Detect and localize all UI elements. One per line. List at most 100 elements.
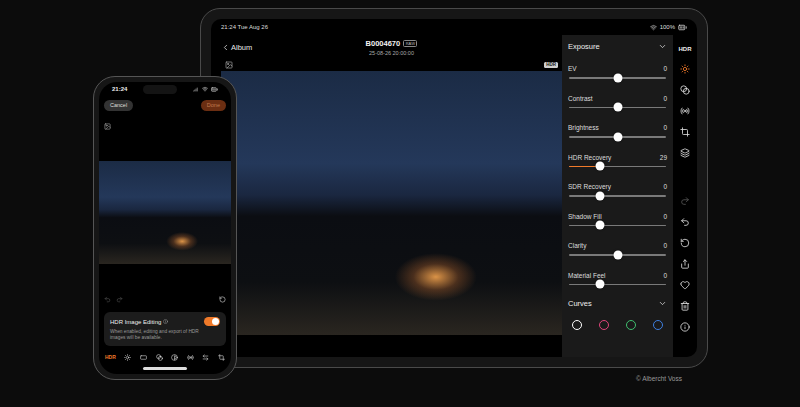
canvas: 21:24 Tue Aug 26 100% AlbumB0004670RAW 25-0… (0, 0, 800, 407)
slider-thumb[interactable] (613, 250, 622, 259)
crop-icon[interactable] (218, 354, 225, 361)
sun-icon[interactable] (680, 64, 690, 74)
photo (221, 71, 562, 335)
back-button[interactable]: Album (221, 43, 366, 52)
image-icon[interactable] (225, 61, 233, 69)
slider-thumb[interactable] (596, 191, 605, 200)
trash-icon[interactable] (680, 301, 690, 311)
slider-value: 0 (663, 213, 667, 220)
phone-screen: 21:24 Cancel Done HDR Image EditingWhen ena… (99, 82, 231, 374)
slider-row: EV0 (568, 57, 667, 87)
header: AlbumB0004670RAW 25-08-26 20:00:00 (221, 35, 562, 59)
channel-button[interactable] (626, 320, 636, 330)
arrows-icon[interactable] (202, 354, 209, 361)
wifi-icon (650, 24, 657, 31)
photo-icon-row: HDR (221, 59, 562, 71)
layers-icon[interactable] (680, 148, 690, 158)
waves-icon[interactable] (680, 106, 690, 116)
slider-track[interactable] (569, 166, 666, 168)
chevron-left-icon (221, 43, 230, 52)
hdr-tool[interactable]: HDR (105, 353, 116, 361)
hdr-tool[interactable]: HDR (679, 45, 692, 53)
slider-row: SDR Recovery0 (568, 175, 667, 205)
reset-icon[interactable] (219, 296, 226, 303)
cancel-button[interactable]: Cancel (104, 100, 133, 111)
slider-thumb[interactable] (613, 73, 622, 82)
chevron-down-icon (658, 299, 667, 308)
status-icons: 100% (650, 23, 687, 32)
reset-icon[interactable] (680, 238, 690, 248)
waves-icon[interactable] (187, 354, 194, 361)
slider-thumb[interactable] (596, 221, 605, 230)
slider-track[interactable] (569, 77, 666, 79)
dynamic-island (143, 85, 177, 94)
channel-button[interactable] (599, 320, 609, 330)
slider-label: Contrast0 (568, 95, 667, 102)
hdr-editing-card: HDR Image EditingWhen enabled, editing a… (104, 312, 226, 346)
photo-credit: © Albercht Voss (636, 375, 682, 382)
tablet: 21:24 Tue Aug 26 100% AlbumB0004670RAW 25-0… (200, 8, 708, 368)
signal-icon (193, 86, 199, 92)
slider-track[interactable] (569, 284, 666, 286)
slider-fill (569, 254, 618, 256)
blend-icon[interactable] (680, 85, 690, 95)
tool-column: HDR (673, 35, 697, 357)
slider-value: 0 (663, 124, 667, 131)
exposure-header[interactable]: Exposure (568, 35, 667, 57)
slider-thumb[interactable] (596, 162, 605, 171)
phone-status-bar: 21:24 (104, 82, 226, 96)
heart-icon[interactable] (680, 280, 690, 290)
redo-icon[interactable] (680, 196, 690, 206)
done-button[interactable]: Done (201, 100, 226, 111)
slider-value: 0 (663, 65, 667, 72)
curves-header[interactable]: Curves (568, 293, 667, 313)
blend-icon[interactable] (156, 354, 163, 361)
slider-value: 29 (660, 154, 667, 161)
raw-badge: RAW (403, 40, 417, 47)
undo-icon[interactable] (104, 296, 111, 303)
slider-track[interactable] (569, 136, 666, 138)
phone-status-icons (193, 86, 218, 93)
body: AlbumB0004670RAW 25-08-26 20:00:00 HDR Expo… (211, 35, 697, 357)
slider-label: Clarity0 (568, 242, 667, 249)
image-icon[interactable] (104, 123, 111, 130)
slider-label: Brightness0 (568, 124, 667, 131)
phone-time: 21:24 (112, 86, 127, 92)
home-indicator (143, 367, 187, 370)
slider-track[interactable] (569, 254, 666, 256)
channel-button[interactable] (653, 320, 663, 330)
slider-fill (569, 136, 618, 138)
info-icon[interactable] (680, 322, 690, 332)
slider-thumb[interactable] (613, 132, 622, 141)
file-date: 25-08-26 20:00:00 (369, 50, 414, 56)
info-icon[interactable] (163, 319, 168, 324)
adjust-panel: ExposureEV0Contrast0Brightness0HDR Recov… (562, 35, 673, 357)
status-time: 21:24 Tue Aug 26 (221, 24, 268, 30)
share-icon[interactable] (680, 259, 690, 269)
undo-icon[interactable] (680, 217, 690, 227)
slider-row: Contrast0 (568, 87, 667, 117)
file-title: B0004670 (366, 39, 401, 48)
phone-toolbar: HDR (104, 351, 226, 363)
slider-track[interactable] (569, 195, 666, 197)
viewer: AlbumB0004670RAW 25-08-26 20:00:00 HDR (211, 35, 562, 357)
slider-fill (569, 107, 618, 109)
wifi-icon (202, 86, 208, 92)
contrast-icon[interactable] (171, 354, 178, 361)
hdr-editing-description: When enabled, editing and export of HDR … (110, 329, 214, 341)
redo-icon[interactable] (116, 296, 123, 303)
slider-label: Material Feel0 (568, 272, 667, 279)
slider-track[interactable] (569, 107, 666, 109)
battery-icon (211, 86, 218, 93)
slider-thumb[interactable] (596, 280, 605, 289)
slider-row: Shadow Fill0 (568, 205, 667, 235)
channel-button[interactable] (572, 320, 582, 330)
crop-icon[interactable] (680, 127, 690, 137)
hdr-toggle[interactable] (204, 317, 220, 326)
sun-icon[interactable] (124, 354, 131, 361)
battery-icon (678, 23, 687, 32)
frame-icon[interactable] (140, 354, 147, 361)
battery-text: 100% (660, 24, 675, 30)
slider-track[interactable] (569, 225, 666, 227)
slider-thumb[interactable] (613, 103, 622, 112)
